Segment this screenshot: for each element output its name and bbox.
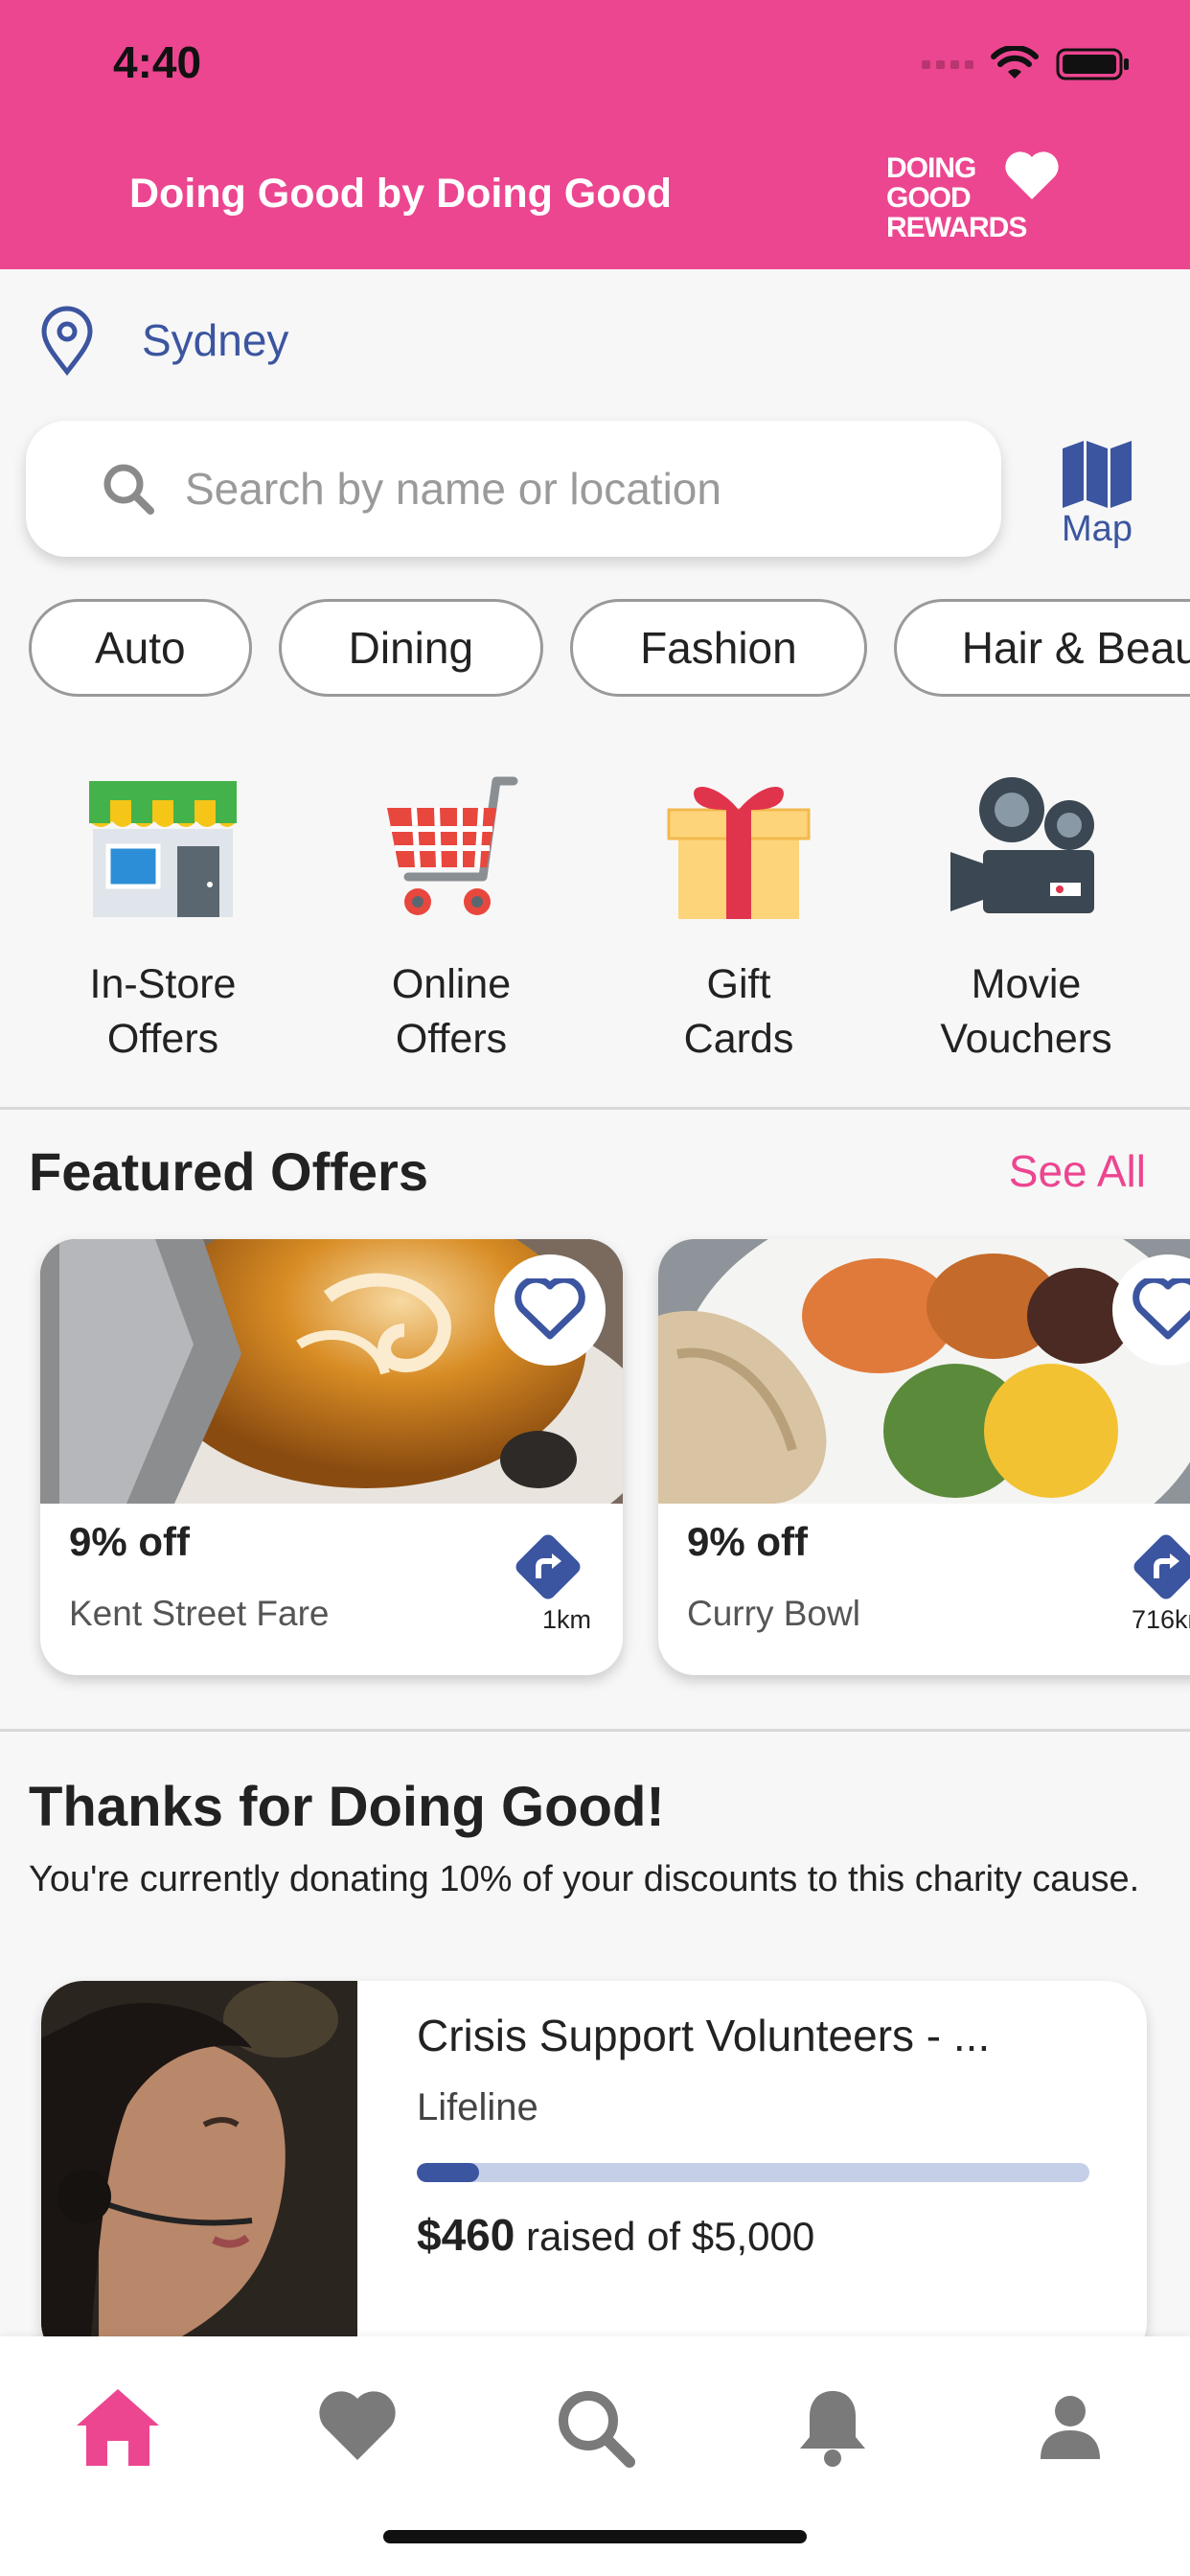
directions-icon[interactable]	[1128, 1529, 1190, 1605]
charity-title: Crisis Support Volunteers - ...	[417, 2011, 991, 2060]
battery-icon	[1056, 48, 1129, 80]
store-icon	[89, 781, 237, 917]
gift-icon	[667, 787, 811, 919]
tab-notifications[interactable]	[780, 2375, 885, 2480]
charity-card[interactable]: Crisis Support Volunteers - ... Lifeline…	[41, 1981, 1147, 2364]
progress-fill	[417, 2163, 479, 2182]
charity-organisation: Lifeline	[417, 2086, 538, 2128]
tab-home[interactable]	[65, 2375, 171, 2480]
heart-outline-icon	[515, 1278, 585, 1340]
offer-discount: 9% off	[687, 1519, 808, 1564]
section-divider	[0, 1729, 1190, 1732]
location-pin-icon	[41, 306, 93, 376]
offer-card[interactable]: 9% off Kent Street Fare 1km	[40, 1239, 623, 1675]
search-icon	[103, 464, 154, 515]
status-time: 4:40	[113, 37, 202, 87]
chip-fashion[interactable]: Fashion	[570, 599, 867, 697]
raised-text: $460 raised of $5,000	[417, 2209, 814, 2261]
doing-good-rewards-logo: DOING GOOD REWARDS	[886, 151, 1078, 244]
bell-icon	[800, 2391, 865, 2467]
tab-favorites[interactable]	[305, 2375, 410, 2480]
tab-profile[interactable]	[1018, 2375, 1123, 2480]
shopping-cart-icon	[387, 776, 518, 915]
wifi-icon	[991, 46, 1039, 79]
category-online-offers[interactable]: Online Offers	[327, 771, 576, 1067]
category-label: Gift Cards	[683, 961, 794, 1062]
search-icon	[559, 2391, 635, 2468]
charity-volunteer-image	[41, 1981, 357, 2364]
home-icon	[77, 2389, 159, 2466]
home-indicator	[383, 2530, 807, 2543]
category-label: Movie Vouchers	[940, 961, 1112, 1062]
chip-dining[interactable]: Dining	[278, 599, 544, 697]
heart-icon	[319, 2391, 396, 2460]
category-in-store-offers[interactable]: In-Store Offers	[38, 771, 287, 1067]
map-button[interactable]: Map	[1054, 439, 1140, 554]
map-icon	[1063, 441, 1132, 508]
fundraising-progress-bar	[417, 2163, 1089, 2182]
offer-distance: 1km	[541, 1605, 591, 1634]
offer-merchant-name: Kent Street Fare	[69, 1594, 330, 1633]
chip-hair-beauty[interactable]: Hair & Beauty	[893, 599, 1190, 697]
raised-amount: $460	[417, 2210, 515, 2260]
raised-goal: raised of $5,000	[526, 2214, 815, 2259]
curry-bowl-image	[658, 1239, 1190, 1504]
location-label: Sydney	[142, 315, 289, 365]
movie-camera-icon	[950, 777, 1094, 913]
heart-outline-icon	[1133, 1278, 1190, 1340]
profile-icon	[1041, 2396, 1100, 2459]
location-selector[interactable]: Sydney	[38, 305, 288, 376]
category-gift-cards[interactable]: Gift Cards	[614, 771, 863, 1067]
donation-info-text: You're currently donating 10% of your di…	[29, 1859, 1140, 1899]
directions-icon[interactable]	[510, 1529, 586, 1605]
heart-logo-icon	[1005, 151, 1059, 199]
header-title: Doing Good by Doing Good	[129, 171, 673, 217]
search-bar[interactable]	[26, 421, 1001, 557]
search-input[interactable]	[185, 463, 990, 515]
featured-offers-title: Featured Offers	[29, 1141, 428, 1202]
map-label: Map	[1062, 509, 1133, 549]
see-all-link[interactable]: See All	[1009, 1145, 1146, 1197]
status-icons	[922, 46, 1131, 82]
offer-discount: 9% off	[69, 1519, 190, 1564]
category-movie-vouchers[interactable]: Movie Vouchers	[902, 771, 1151, 1067]
category-label: Online Offers	[391, 961, 512, 1062]
favorite-button[interactable]	[494, 1254, 606, 1366]
tab-search[interactable]	[542, 2375, 648, 2480]
offer-distance: 716km	[1131, 1605, 1190, 1634]
offer-categories: In-StoreOffers OnlineOffers GiftCards	[0, 771, 1190, 1069]
app-header: 4:40 Doing Good by Doing Good DOING GOOD…	[0, 0, 1190, 269]
offer-card[interactable]: 9% off Curry Bowl 716km	[658, 1239, 1190, 1675]
chip-auto[interactable]: Auto	[29, 599, 252, 697]
offer-merchant-name: Curry Bowl	[687, 1594, 860, 1633]
section-divider	[0, 1107, 1190, 1110]
thanks-title: Thanks for Doing Good!	[29, 1776, 665, 1838]
cellular-signal-icon	[922, 59, 973, 69]
category-label: In-Store Offers	[89, 961, 237, 1062]
category-chips: Auto Dining Fashion Hair & Beauty	[29, 599, 1190, 697]
